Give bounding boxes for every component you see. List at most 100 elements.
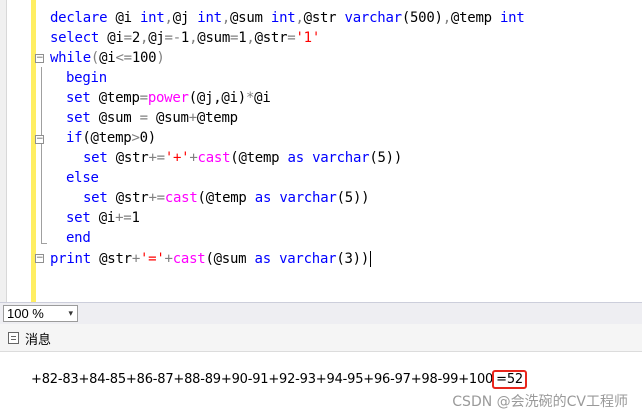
zoom-value: 100 % bbox=[7, 306, 44, 321]
keyword: as bbox=[254, 190, 272, 206]
messages-pane[interactable]: +82-83+84-85+86-87+88-89+90-91+92-93+94-… bbox=[0, 352, 642, 416]
variable: @str bbox=[303, 10, 345, 26]
code-line-1[interactable]: declare @i int,@j int,@sum int,@str varc… bbox=[50, 8, 525, 28]
operator: , bbox=[221, 10, 230, 26]
operator: - bbox=[172, 30, 181, 46]
operator: + bbox=[189, 150, 198, 166]
keyword: select bbox=[50, 30, 100, 46]
collapse-print-icon[interactable]: − bbox=[35, 254, 44, 263]
literal: 1 bbox=[180, 30, 190, 46]
variable: @str bbox=[90, 251, 132, 267]
keyword: varchar bbox=[271, 190, 337, 206]
literal: (500) bbox=[401, 10, 443, 26]
keyword: as bbox=[287, 150, 305, 166]
keyword: else bbox=[66, 170, 99, 186]
variable: @temp bbox=[196, 110, 238, 126]
variable: @i bbox=[99, 50, 116, 66]
collapse-if-icon[interactable]: − bbox=[35, 135, 44, 144]
literal: 1 bbox=[131, 210, 140, 226]
operator: > bbox=[131, 130, 140, 146]
code-line-11[interactable]: set @i+=1 bbox=[66, 208, 140, 228]
text-caret bbox=[370, 251, 372, 267]
zoom-dropdown[interactable]: 100 % ▾ bbox=[3, 305, 78, 322]
keyword: begin bbox=[66, 70, 107, 86]
keyword: int bbox=[139, 10, 165, 26]
operator: + bbox=[131, 251, 140, 267]
keyword: set bbox=[66, 110, 91, 126]
variable: @temp bbox=[450, 10, 500, 26]
keyword: set bbox=[83, 150, 108, 166]
operator: ( bbox=[90, 50, 100, 66]
operator: = bbox=[123, 30, 132, 46]
literal: 100 bbox=[131, 50, 157, 66]
editor-left-gutter bbox=[0, 0, 7, 302]
chevron-down-icon: ▾ bbox=[68, 308, 73, 318]
keyword: set bbox=[83, 190, 108, 206]
variable: @i bbox=[90, 210, 116, 226]
operator: , bbox=[140, 30, 149, 46]
variable: @j bbox=[148, 30, 165, 46]
keyword: set bbox=[66, 90, 91, 106]
string-literal: '1' bbox=[295, 30, 321, 46]
literal: (3)) bbox=[336, 251, 370, 267]
variable: @str bbox=[107, 150, 149, 166]
outline-end-marker bbox=[41, 243, 47, 244]
operator: = bbox=[139, 110, 148, 126]
operator: , bbox=[442, 10, 451, 26]
operator: , bbox=[295, 10, 304, 26]
code-line-13[interactable]: print @str+'='+cast(@sum as varchar(3)) bbox=[50, 249, 372, 269]
variable: @temp bbox=[90, 90, 140, 106]
keyword: if bbox=[66, 130, 83, 146]
collapse-while-icon[interactable]: − bbox=[35, 54, 44, 63]
keyword: declare bbox=[50, 10, 108, 26]
function-name: cast bbox=[164, 190, 198, 206]
watermark: CSDN @会洗碗的CV工程师 bbox=[452, 394, 628, 410]
operator: + bbox=[188, 110, 197, 126]
code-line-9[interactable]: else bbox=[66, 168, 99, 188]
operator: , bbox=[246, 30, 255, 46]
variable: @i bbox=[254, 90, 271, 106]
operator: , bbox=[164, 10, 173, 26]
variable: @sum bbox=[230, 10, 271, 26]
code-line-8[interactable]: set @str+='+'+cast(@temp as varchar(5)) bbox=[83, 148, 402, 168]
arguments: (@j,@i) bbox=[188, 90, 247, 106]
operator: = bbox=[230, 30, 239, 46]
keyword: varchar bbox=[303, 150, 370, 166]
code-line-12[interactable]: end bbox=[66, 228, 91, 248]
variable: @j bbox=[172, 10, 198, 26]
code-line-2[interactable]: select @i=2,@j=-1,@sum=1,@str='1' bbox=[50, 28, 320, 48]
literal: (5)) bbox=[369, 150, 403, 166]
variable: @i bbox=[107, 10, 140, 26]
keyword: varchar bbox=[344, 10, 403, 26]
editor-statusbar: 100 % ▾ bbox=[0, 302, 642, 324]
tab-messages[interactable]: 消息 bbox=[8, 328, 51, 348]
variable: @sum bbox=[147, 110, 189, 126]
variable: @i bbox=[99, 30, 124, 46]
sql-editor[interactable]: − − − declare @i int,@j int,@sum int,@st… bbox=[0, 0, 642, 302]
literal: 0) bbox=[139, 130, 157, 146]
code-line-7[interactable]: if(@temp>0) bbox=[66, 128, 156, 148]
code-line-10[interactable]: set @str+=cast(@temp as varchar(5)) bbox=[83, 188, 370, 208]
literal: (5)) bbox=[336, 190, 370, 206]
code-line-3[interactable]: while(@i<=100) bbox=[50, 48, 165, 68]
keyword: int bbox=[499, 10, 525, 26]
code-line-4[interactable]: begin bbox=[66, 68, 107, 88]
keyword: while bbox=[50, 50, 91, 66]
operator: <= bbox=[115, 50, 132, 66]
keyword: print bbox=[50, 251, 91, 267]
function-name: power bbox=[147, 90, 189, 106]
messages-icon bbox=[8, 332, 19, 344]
output-line: +82-83+84-85+86-87+88-89+90-91+92-93+94-… bbox=[31, 370, 527, 389]
keyword: int bbox=[197, 10, 222, 26]
operator: = bbox=[139, 90, 148, 106]
keyword: set bbox=[66, 210, 91, 226]
operator: += bbox=[115, 210, 132, 226]
variable: (@temp bbox=[230, 150, 288, 166]
keyword: end bbox=[66, 230, 91, 246]
results-tabbar: 消息 bbox=[0, 324, 642, 352]
outline-guide-if bbox=[41, 148, 42, 183]
code-line-5[interactable]: set @temp=power(@j,@i)*@i bbox=[66, 88, 271, 108]
code-line-6[interactable]: set @sum = @sum+@temp bbox=[66, 108, 238, 128]
output-sequence: +82-83+84-85+86-87+88-89+90-91+92-93+94-… bbox=[31, 372, 494, 387]
variable: @sum bbox=[197, 30, 231, 46]
